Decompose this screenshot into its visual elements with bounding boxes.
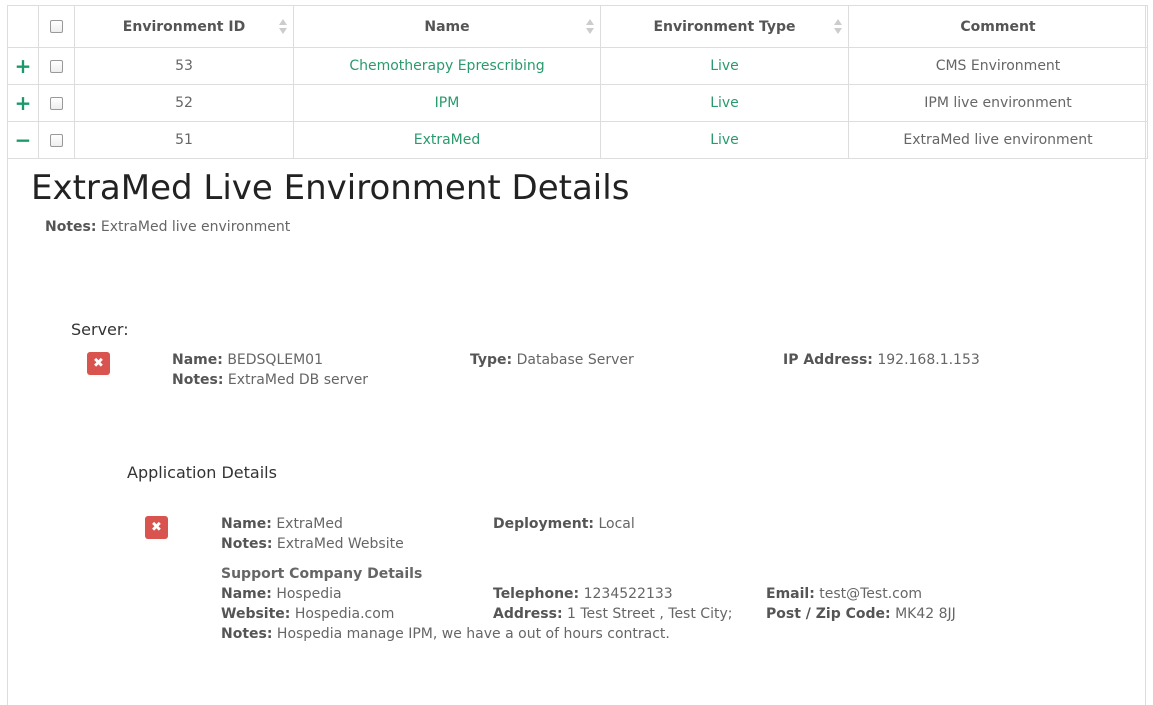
support-company-website: Website: Hospedia.com bbox=[221, 606, 395, 622]
environment-name-link[interactable]: IPM bbox=[435, 95, 460, 111]
delete-application-button[interactable]: ✖ bbox=[145, 516, 168, 539]
cell-environment-id: 52 bbox=[74, 84, 294, 122]
environment-notes: Notes: ExtraMed live environment bbox=[45, 219, 291, 235]
column-header-environment-type[interactable]: Environment Type bbox=[600, 5, 849, 48]
row-checkbox[interactable] bbox=[50, 133, 63, 147]
column-header-comment: Comment bbox=[848, 5, 1148, 48]
server-name: Name: BEDSQLEM01 bbox=[172, 352, 323, 368]
cell-environment-id: 51 bbox=[74, 121, 294, 159]
sort-icon[interactable] bbox=[279, 19, 287, 35]
table-row[interactable]: − 51 ExtraMed Live ExtraMed live environ… bbox=[7, 121, 1148, 159]
row-checkbox[interactable] bbox=[50, 96, 63, 110]
table-header-row: Environment ID Name Environment Type Com… bbox=[7, 5, 1148, 48]
server-heading: Server: bbox=[71, 320, 129, 339]
cell-comment: CMS Environment bbox=[848, 47, 1148, 85]
server-notes: Notes: ExtraMed DB server bbox=[172, 372, 369, 388]
cell-comment: ExtraMed live environment bbox=[848, 121, 1148, 159]
environment-type-link[interactable]: Live bbox=[710, 95, 739, 111]
collapse-row-icon[interactable]: − bbox=[15, 128, 32, 152]
application-name: Name: ExtraMed bbox=[221, 516, 343, 532]
support-company-notes: Notes: Hospedia manage IPM, we have a ou… bbox=[221, 626, 670, 642]
select-all-header bbox=[38, 5, 75, 48]
environment-name-link[interactable]: Chemotherapy Eprescribing bbox=[349, 58, 544, 74]
environments-table: Environment ID Name Environment Type Com… bbox=[7, 5, 1148, 159]
column-header-name[interactable]: Name bbox=[293, 5, 601, 48]
server-type: Type: Database Server bbox=[470, 352, 634, 368]
close-icon: ✖ bbox=[93, 356, 104, 371]
column-header-environment-id[interactable]: Environment ID bbox=[74, 5, 294, 48]
server-ip-address: IP Address: 192.168.1.153 bbox=[783, 352, 980, 368]
support-company-postcode: Post / Zip Code: MK42 8JJ bbox=[766, 606, 956, 622]
environment-name-link[interactable]: ExtraMed bbox=[414, 132, 481, 148]
sort-icon[interactable] bbox=[586, 19, 594, 35]
environment-type-link[interactable]: Live bbox=[710, 58, 739, 74]
support-company-heading: Support Company Details bbox=[221, 566, 423, 582]
support-company-name: Name: Hospedia bbox=[221, 586, 342, 602]
table-row[interactable]: + 52 IPM Live IPM live environment bbox=[7, 84, 1148, 122]
cell-environment-id: 53 bbox=[74, 47, 294, 85]
support-company-telephone: Telephone: 1234522133 bbox=[493, 586, 673, 602]
row-checkbox[interactable] bbox=[50, 59, 63, 73]
expander-header bbox=[7, 5, 39, 48]
sort-icon[interactable] bbox=[834, 19, 842, 35]
select-all-checkbox[interactable] bbox=[50, 20, 63, 33]
delete-server-button[interactable]: ✖ bbox=[87, 352, 110, 375]
application-notes: Notes: ExtraMed Website bbox=[221, 536, 404, 552]
close-icon: ✖ bbox=[151, 520, 162, 535]
expand-row-icon[interactable]: + bbox=[15, 54, 32, 78]
cell-comment: IPM live environment bbox=[848, 84, 1148, 122]
application-deployment: Deployment: Local bbox=[493, 516, 635, 532]
table-row[interactable]: + 53 Chemotherapy Eprescribing Live CMS … bbox=[7, 47, 1148, 85]
support-company-email: Email: test@Test.com bbox=[766, 586, 923, 602]
expand-row-icon[interactable]: + bbox=[15, 91, 32, 115]
support-company-address: Address: 1 Test Street , Test City; bbox=[493, 606, 733, 622]
environment-type-link[interactable]: Live bbox=[710, 132, 739, 148]
application-details-heading: Application Details bbox=[127, 463, 277, 482]
page-title: ExtraMed Live Environment Details bbox=[31, 168, 630, 208]
